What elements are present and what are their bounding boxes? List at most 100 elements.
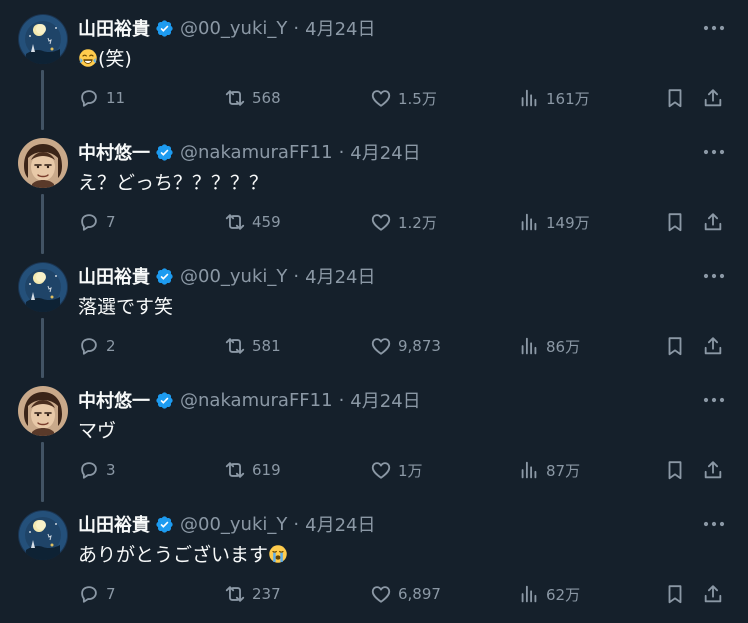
retweet-count: 459 [252, 213, 281, 231]
retweet-button[interactable]: 619 [224, 458, 281, 482]
avatar[interactable] [18, 14, 68, 64]
tweet-text-content: マヴ [78, 420, 117, 442]
share-button[interactable] [702, 458, 724, 482]
views-chart-icon [518, 87, 540, 109]
bookmark-button[interactable] [664, 86, 686, 110]
share-button[interactable] [702, 210, 724, 234]
tweet-date[interactable]: 4月24日 [350, 387, 420, 413]
verified-badge-icon[interactable] [155, 267, 174, 286]
display-name[interactable]: 中村悠一 [78, 139, 150, 165]
avatar[interactable] [18, 510, 68, 560]
reply-icon [78, 211, 100, 233]
avatar[interactable] [18, 138, 68, 188]
tweet-date[interactable]: 4月24日 [305, 263, 375, 289]
reply-button[interactable]: 7 [78, 582, 116, 606]
like-button[interactable]: 6,897 [370, 582, 441, 606]
display-name[interactable]: 中村悠一 [78, 387, 150, 413]
more-dots-icon [702, 24, 726, 32]
reply-count: 11 [106, 89, 126, 107]
avatar[interactable] [18, 386, 68, 436]
heart-icon [370, 211, 392, 233]
reply-button[interactable]: 2 [78, 334, 116, 358]
user-handle[interactable]: @00_yuki_Y [180, 266, 287, 287]
moon-night-avatar-icon [18, 14, 68, 64]
view-count: 161万 [546, 89, 590, 108]
retweet-count: 619 [252, 461, 281, 479]
tweet-text-content: (笑) [98, 48, 132, 70]
display-name[interactable]: 山田裕貴 [78, 263, 150, 289]
heart-icon [370, 335, 392, 357]
joy-emoji-icon [78, 48, 98, 68]
share-icon [702, 459, 724, 481]
retweet-button[interactable]: 459 [224, 210, 281, 234]
bookmark-button[interactable] [664, 458, 686, 482]
views-button[interactable]: 86万 [518, 334, 580, 358]
verified-badge-icon[interactable] [155, 19, 174, 38]
bookmark-button[interactable] [664, 582, 686, 606]
tweet-date[interactable]: 4月24日 [305, 15, 375, 41]
tweet-text-content: 落選です笑 [78, 296, 174, 318]
bookmark-icon [664, 335, 686, 357]
tweet[interactable]: 山田裕貴 @00_yuki_Y · 4月24日 ありがとうございます 7 237… [0, 500, 748, 623]
more-options-button[interactable] [700, 514, 728, 534]
share-icon [702, 335, 724, 357]
loudly-crying-emoji-icon [268, 544, 288, 564]
reply-count: 3 [106, 461, 116, 479]
verified-badge-icon[interactable] [155, 515, 174, 534]
views-button[interactable]: 87万 [518, 458, 580, 482]
reply-count: 7 [106, 213, 116, 231]
more-options-button[interactable] [700, 18, 728, 38]
more-options-button[interactable] [700, 266, 728, 286]
views-button[interactable]: 62万 [518, 582, 580, 606]
reply-button[interactable]: 7 [78, 210, 116, 234]
retweet-button[interactable]: 581 [224, 334, 281, 358]
user-handle[interactable]: @00_yuki_Y [180, 18, 287, 39]
separator-dot: · [338, 389, 345, 411]
tweet-text: 落選です笑 [78, 294, 173, 320]
more-dots-icon [702, 272, 726, 280]
retweet-button[interactable]: 237 [224, 582, 281, 606]
views-button[interactable]: 161万 [518, 86, 590, 110]
share-button[interactable] [702, 334, 724, 358]
display-name[interactable]: 山田裕貴 [78, 15, 150, 41]
like-button[interactable]: 1万 [370, 458, 423, 482]
verified-badge-icon[interactable] [155, 391, 174, 410]
like-count: 1.2万 [398, 213, 437, 232]
tweet-date[interactable]: 4月24日 [305, 511, 375, 537]
share-button[interactable] [702, 86, 724, 110]
reply-button[interactable]: 3 [78, 458, 116, 482]
avatar[interactable] [18, 262, 68, 312]
user-handle[interactable]: @00_yuki_Y [180, 514, 287, 535]
tweet[interactable]: 山田裕貴 @00_yuki_Y · 4月24日 (笑) 11 568 1.5万 [0, 4, 748, 128]
tweet[interactable]: 中村悠一 @nakamuraFF11 · 4月24日 え？どっち？？？？？ 7 … [0, 128, 748, 252]
tweet-date[interactable]: 4月24日 [350, 139, 420, 165]
tweet[interactable]: 山田裕貴 @00_yuki_Y · 4月24日 落選です笑 2 581 9,87… [0, 252, 748, 376]
reply-button[interactable]: 11 [78, 86, 125, 110]
bookmark-button[interactable] [664, 334, 686, 358]
user-handle[interactable]: @nakamuraFF11 [180, 390, 333, 411]
like-button[interactable]: 1.2万 [370, 210, 437, 234]
display-name[interactable]: 山田裕貴 [78, 511, 150, 537]
bookmark-button[interactable] [664, 210, 686, 234]
more-dots-icon [702, 396, 726, 404]
user-handle[interactable]: @nakamuraFF11 [180, 142, 333, 163]
like-button[interactable]: 9,873 [370, 334, 441, 358]
retweet-button[interactable]: 568 [224, 86, 281, 110]
verified-badge-icon[interactable] [155, 143, 174, 162]
separator-dot: · [293, 513, 300, 535]
tweet-header: 山田裕貴 @00_yuki_Y · 4月24日 [78, 511, 375, 537]
views-button[interactable]: 149万 [518, 210, 590, 234]
share-button[interactable] [702, 582, 724, 606]
tweet-actions: 3 619 1万 87万 [78, 458, 730, 482]
bookmark-icon [664, 87, 686, 109]
more-dots-icon [702, 148, 726, 156]
more-options-button[interactable] [700, 142, 728, 162]
more-options-button[interactable] [700, 390, 728, 410]
tweet[interactable]: 中村悠一 @nakamuraFF11 · 4月24日 マヴ 3 619 1万 8… [0, 376, 748, 500]
like-button[interactable]: 1.5万 [370, 86, 437, 110]
tweet-text-content: ありがとうございます [78, 544, 269, 566]
bookmark-icon [664, 211, 686, 233]
reply-icon [78, 335, 100, 357]
view-count: 149万 [546, 213, 590, 232]
more-dots-icon [702, 520, 726, 528]
